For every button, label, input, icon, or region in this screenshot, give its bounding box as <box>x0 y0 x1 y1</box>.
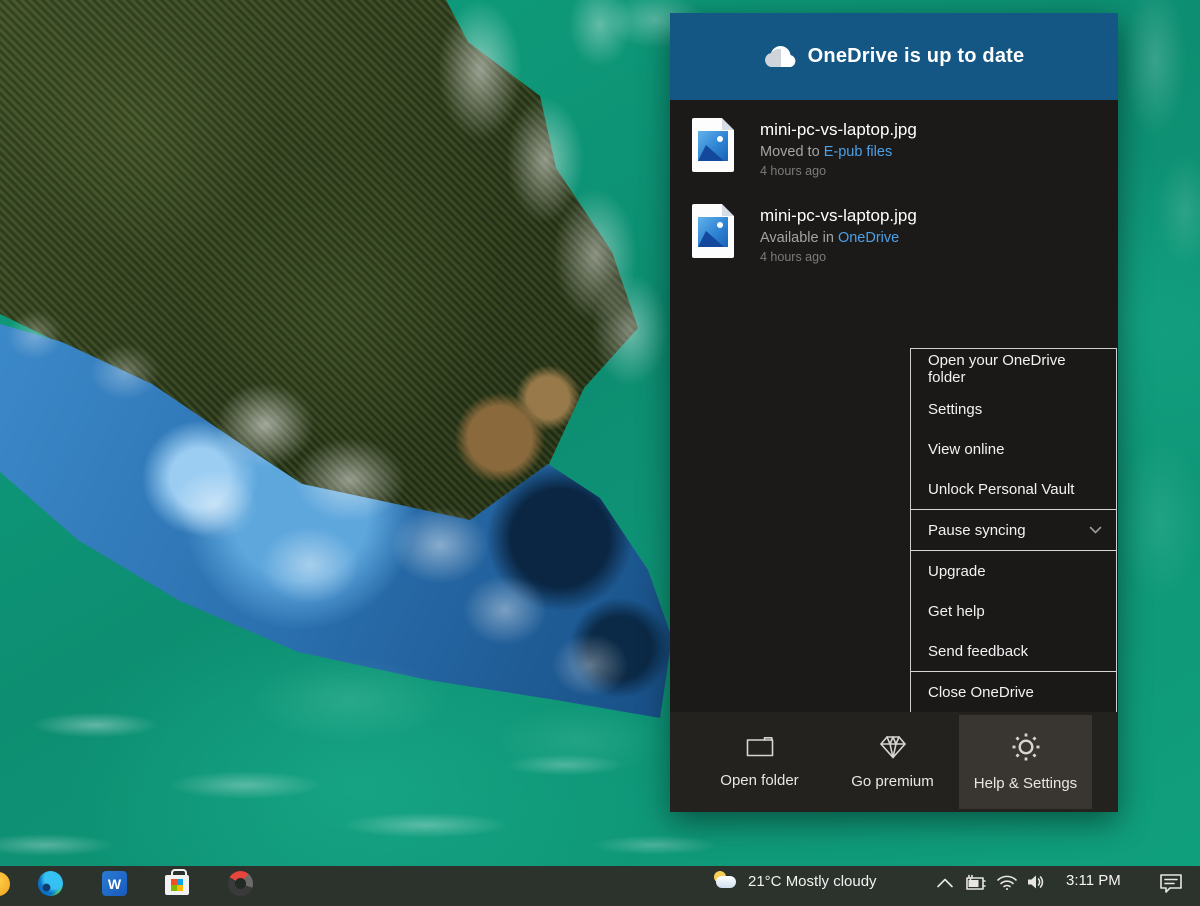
go-premium-button[interactable]: Go premium <box>826 715 959 809</box>
onedrive-header: OneDrive is up to date <box>670 13 1118 100</box>
activity-action: Available in <box>760 230 834 246</box>
word-icon[interactable]: W <box>102 871 127 896</box>
weather-temperature: 21°C <box>748 873 782 890</box>
red-donut-app-icon[interactable] <box>228 871 253 896</box>
activity-item[interactable]: mini-pc-vs-laptop.jpg Moved to E-pub fil… <box>692 118 1118 178</box>
open-folder-button[interactable]: Open folder <box>693 715 826 809</box>
activity-action: Moved to <box>760 144 820 160</box>
tray-wifi-icon[interactable] <box>996 874 1018 895</box>
edge-browser-icon[interactable] <box>38 871 63 896</box>
activity-timestamp: 4 hours ago <box>760 164 917 178</box>
tray-volume-icon[interactable] <box>1026 874 1046 895</box>
weather-condition: Mostly cloudy <box>786 873 877 890</box>
menu-item-open-onedrive-folder[interactable]: Open your OneDrive folder <box>911 349 1116 389</box>
onedrive-footer: Open folder Go premium <box>670 712 1118 812</box>
help-settings-menu: Open your OneDrive folder Settings View … <box>910 348 1117 713</box>
menu-item-unlock-personal-vault[interactable]: Unlock Personal Vault <box>911 469 1116 509</box>
menu-item-upgrade[interactable]: Upgrade <box>911 551 1116 591</box>
taskbar-weather[interactable]: 21°C Mostly cloudy <box>712 871 877 891</box>
menu-item-send-feedback[interactable]: Send feedback <box>911 631 1116 671</box>
taskbar: W 21°C Mostly cloudy <box>0 866 1200 906</box>
menu-item-pause-syncing[interactable]: Pause syncing <box>911 510 1116 550</box>
image-file-icon <box>692 204 734 258</box>
tray-battery-plug-icon[interactable] <box>963 874 987 895</box>
onedrive-status-title: OneDrive is up to date <box>808 45 1025 68</box>
onedrive-cloud-icon <box>764 46 798 68</box>
onedrive-flyout: OneDrive is up to date mini-pc-vs-laptop… <box>670 13 1118 812</box>
activity-item[interactable]: mini-pc-vs-laptop.jpg Available in OneDr… <box>692 204 1118 264</box>
menu-item-view-online[interactable]: View online <box>911 429 1116 469</box>
menu-item-close-onedrive[interactable]: Close OneDrive <box>911 672 1116 712</box>
chevron-down-icon <box>1089 526 1102 535</box>
action-center-icon[interactable] <box>1158 872 1184 899</box>
activity-filename: mini-pc-vs-laptop.jpg <box>760 206 917 226</box>
activity-timestamp: 4 hours ago <box>760 250 917 264</box>
weather-icon <box>712 871 738 891</box>
activity-filename: mini-pc-vs-laptop.jpg <box>760 120 917 140</box>
gear-icon <box>1011 732 1041 762</box>
image-file-icon <box>692 118 734 172</box>
folder-icon <box>745 735 775 759</box>
activity-list: mini-pc-vs-laptop.jpg Moved to E-pub fil… <box>670 100 1118 264</box>
tray-chevron-up-icon[interactable] <box>936 876 954 894</box>
microsoft-store-icon[interactable] <box>165 870 189 895</box>
menu-item-get-help[interactable]: Get help <box>911 591 1116 631</box>
activity-folder-link[interactable]: E-pub files <box>824 144 893 160</box>
activity-folder-link[interactable]: OneDrive <box>838 230 899 246</box>
taskbar-clock[interactable]: 3:11 PM <box>1066 872 1121 889</box>
taskbar-app-partial-icon[interactable] <box>0 872 10 896</box>
menu-item-settings[interactable]: Settings <box>911 389 1116 429</box>
diamond-icon <box>878 734 908 760</box>
help-settings-button[interactable]: Help & Settings <box>959 715 1092 809</box>
